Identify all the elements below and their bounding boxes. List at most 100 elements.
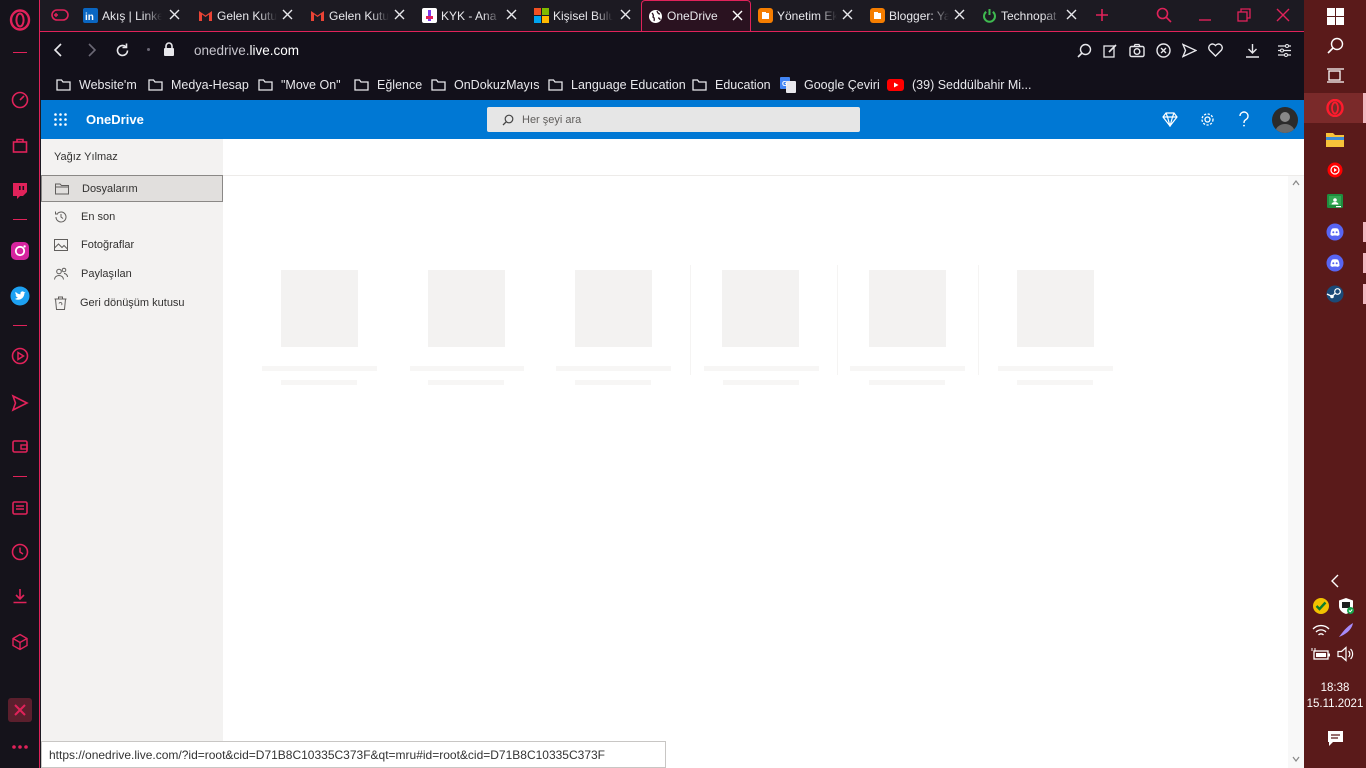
bookmark-folder[interactable]: Eğlence xyxy=(354,76,422,94)
norton-icon[interactable] xyxy=(1312,597,1330,615)
gaming-icon[interactable] xyxy=(51,8,69,22)
steam-icon[interactable] xyxy=(1323,282,1347,306)
tab-microsoft[interactable]: Kişisel Bulu xyxy=(534,0,638,31)
help-icon[interactable] xyxy=(1238,111,1250,127)
bookmark-google-translate[interactable]: G Google Çeviri xyxy=(780,76,880,94)
nav-recycle-bin[interactable]: Geri dönüşüm kutusu xyxy=(41,289,223,316)
close-icon[interactable] xyxy=(505,8,518,21)
search-tabs-icon[interactable] xyxy=(1156,7,1172,23)
nav-label: Geri dönüşüm kutusu xyxy=(80,296,185,309)
wifi-icon[interactable] xyxy=(1312,622,1330,638)
close-icon[interactable] xyxy=(168,8,181,21)
system-clock[interactable]: 18:38 15.11.2021 xyxy=(1304,680,1366,712)
twitter-icon[interactable] xyxy=(8,284,32,308)
security-shield-icon[interactable] xyxy=(1337,597,1355,615)
back-icon[interactable] xyxy=(52,43,66,57)
nav-my-files[interactable]: Dosyalarım xyxy=(41,175,223,202)
folder-icon xyxy=(548,79,563,91)
shopping-bag-icon[interactable] xyxy=(8,133,32,157)
close-icon[interactable] xyxy=(281,8,294,21)
app-launcher-icon[interactable] xyxy=(54,113,67,126)
download-icon[interactable] xyxy=(1245,43,1260,58)
close-icon[interactable] xyxy=(953,8,966,21)
close-icon[interactable] xyxy=(731,9,744,22)
tab-blogger-yonetim[interactable]: Yönetim Ek xyxy=(758,0,860,31)
wallet-icon[interactable] xyxy=(8,434,32,458)
tab-gmail-1[interactable]: Gelen Kutu xyxy=(198,0,300,31)
tab-onedrive[interactable]: OneDrive xyxy=(641,0,751,31)
forward-icon[interactable] xyxy=(84,43,98,57)
minimize-icon[interactable] xyxy=(1198,8,1212,22)
news-icon[interactable] xyxy=(8,496,32,520)
bookmark-folder[interactable]: Medya-Hesap xyxy=(148,76,249,94)
nav-photos[interactable]: Fotoğraflar xyxy=(41,231,223,258)
bookmark-folder[interactable]: OnDokuzMayıs xyxy=(431,76,539,94)
folder-icon xyxy=(431,79,446,91)
folder-icon xyxy=(354,79,369,91)
tab-kyk[interactable]: KYK - Ana xyxy=(422,0,524,31)
downloads-icon[interactable] xyxy=(8,584,32,608)
scroll-down-icon[interactable] xyxy=(1292,756,1300,762)
lock-icon[interactable] xyxy=(163,42,175,57)
avatar[interactable] xyxy=(1272,107,1298,133)
tab-linkedin[interactable]: in Akış | Linke xyxy=(83,0,187,31)
nav-recent[interactable]: En son xyxy=(41,203,223,230)
edit-icon[interactable] xyxy=(1103,43,1118,58)
search-icon[interactable] xyxy=(1323,33,1347,57)
vertical-scrollbar[interactable] xyxy=(1288,176,1304,768)
close-icon[interactable] xyxy=(841,8,854,21)
nav-shared[interactable]: Paylaşılan xyxy=(41,260,223,287)
bookmark-folder[interactable]: "Move On" xyxy=(258,76,341,94)
taskbar-active-app[interactable] xyxy=(1304,93,1366,123)
show-hidden-icons-chevron-icon[interactable] xyxy=(1323,569,1347,593)
new-tab-plus-icon[interactable] xyxy=(1095,8,1109,22)
close-icon[interactable] xyxy=(393,8,406,21)
restore-icon[interactable] xyxy=(1237,8,1251,22)
discord-icon[interactable] xyxy=(1323,220,1347,244)
bookmark-folder[interactable]: Education xyxy=(692,76,771,94)
bookmark-youtube[interactable]: (39) Seddülbahir Mi... xyxy=(887,76,1032,94)
classroom-icon[interactable] xyxy=(1323,189,1347,213)
twitch-icon[interactable] xyxy=(8,178,32,202)
page-search-icon[interactable] xyxy=(1077,43,1092,58)
linkedin-icon: in xyxy=(83,8,98,23)
task-view-icon[interactable] xyxy=(1323,63,1347,87)
bookmark-folder[interactable]: Website'm xyxy=(56,76,137,94)
reload-icon[interactable] xyxy=(115,43,130,58)
bookmark-folder[interactable]: Language Education xyxy=(548,76,686,94)
extensions-icon[interactable] xyxy=(8,630,32,654)
tab-technopat[interactable]: Technopat xyxy=(982,0,1084,31)
premium-diamond-icon[interactable] xyxy=(1162,112,1178,127)
speed-dial-icon[interactable] xyxy=(8,88,32,112)
easy-setup-icon[interactable] xyxy=(1277,43,1292,58)
search-input[interactable]: Her şeyi ara xyxy=(487,107,860,132)
send-icon[interactable] xyxy=(8,391,32,415)
scroll-up-icon[interactable] xyxy=(1292,180,1300,186)
url-field[interactable]: onedrive.live.com xyxy=(194,43,299,58)
history-icon[interactable] xyxy=(8,540,32,564)
more-dots-icon[interactable] xyxy=(8,735,32,759)
app-title[interactable]: OneDrive xyxy=(86,112,144,127)
tab-blogger[interactable]: Blogger: Ya xyxy=(870,0,972,31)
player-icon[interactable] xyxy=(8,344,32,368)
youtube-music-icon[interactable] xyxy=(1323,158,1347,182)
close-icon[interactable] xyxy=(619,8,632,21)
close-window-icon[interactable] xyxy=(1276,8,1290,22)
tab-gmail-2[interactable]: Gelen Kutu xyxy=(310,0,412,31)
heart-icon[interactable] xyxy=(1208,43,1223,57)
instagram-icon[interactable] xyxy=(8,239,32,263)
discord-icon[interactable] xyxy=(1323,251,1347,275)
settings-icon[interactable] xyxy=(8,698,32,722)
opera-logo-icon[interactable] xyxy=(8,8,32,32)
settings-gear-icon[interactable] xyxy=(1200,112,1215,127)
action-center-notification-icon[interactable] xyxy=(1323,726,1347,750)
adblock-icon[interactable] xyxy=(1156,43,1171,58)
battery-power-icon[interactable] xyxy=(1311,647,1331,661)
close-icon[interactable] xyxy=(1065,8,1078,21)
feather-pen-icon[interactable] xyxy=(1337,621,1355,639)
volume-icon[interactable] xyxy=(1337,646,1355,662)
share-icon[interactable] xyxy=(1182,43,1197,58)
windows-start-icon[interactable] xyxy=(1323,4,1347,28)
camera-icon[interactable] xyxy=(1129,43,1145,58)
file-explorer-icon[interactable] xyxy=(1323,127,1347,151)
